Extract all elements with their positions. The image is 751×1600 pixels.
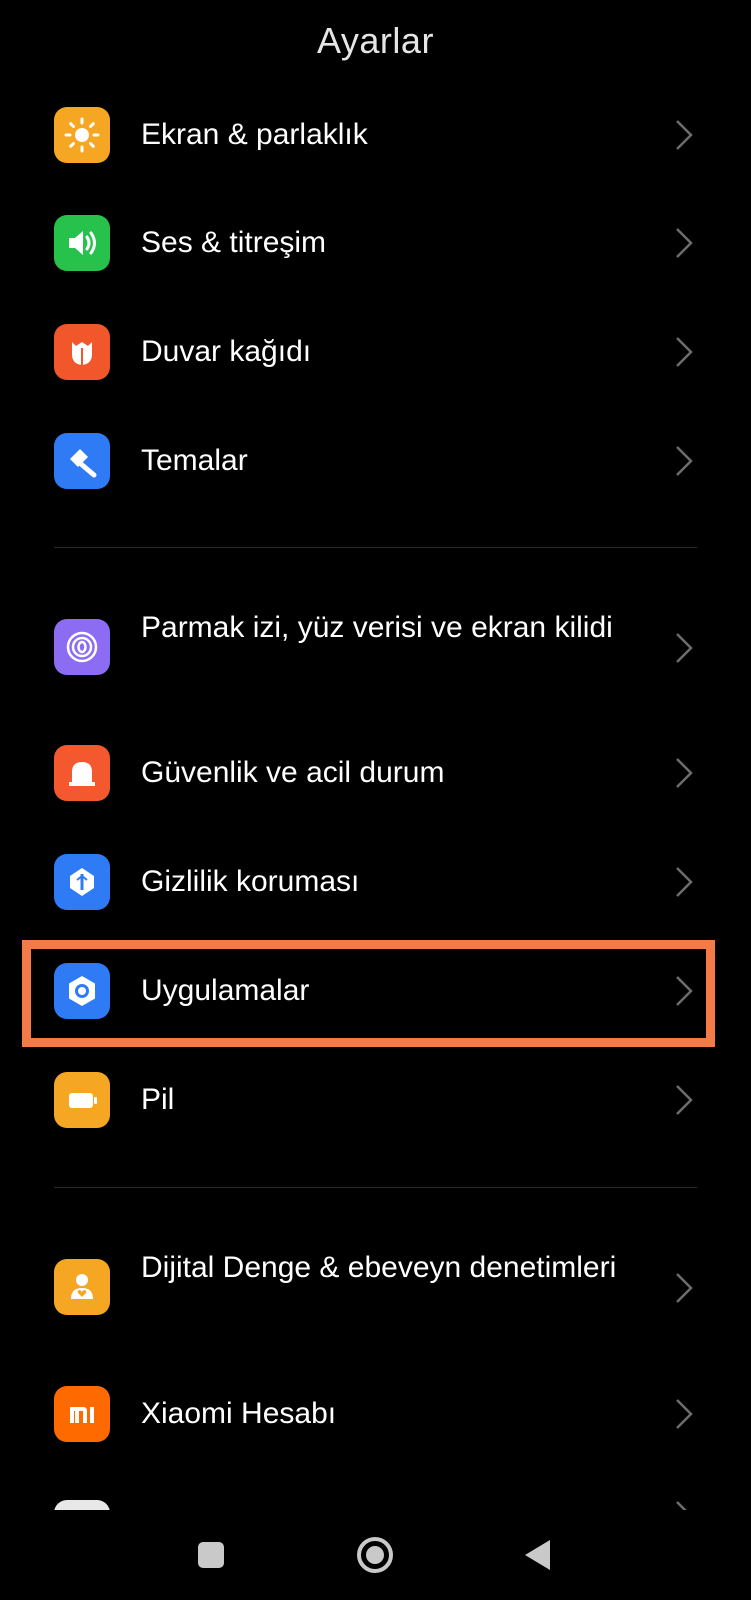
settings-item-label: Gizlilik koruması (141, 865, 360, 898)
digital-wellbeing-icon (54, 1259, 110, 1315)
back-icon[interactable] (515, 1532, 561, 1578)
settings-item-label: Uygulamalar (141, 974, 310, 1007)
battery-icon (54, 1072, 110, 1128)
section-divider (54, 547, 697, 548)
chevron-right-icon (676, 633, 693, 663)
chevron-right-icon (676, 976, 693, 1006)
settings-item-sound[interactable]: Ses & titreşim (0, 193, 751, 293)
partial-app-icon (54, 1500, 110, 1510)
chevron-right-icon (676, 1085, 693, 1115)
settings-item-label: Ses & titreşim (141, 226, 327, 259)
chevron-right-icon (676, 228, 693, 258)
settings-item-label: Temalar (141, 444, 248, 477)
apps-hexagon-icon (54, 963, 110, 1019)
settings-item-security-emergency[interactable]: Güvenlik ve acil durum (0, 723, 751, 823)
settings-item-apps[interactable]: Uygulamalar (0, 941, 751, 1041)
privacy-shield-icon (54, 854, 110, 910)
settings-item-label: Dijital Denge & ebeveyn denetimleri (141, 1251, 617, 1284)
settings-item-label: Parmak izi, yüz verisi ve ekran kilidi (141, 611, 613, 644)
navigation-bar (0, 1510, 751, 1600)
settings-item-partial[interactable] (0, 1478, 751, 1510)
settings-item-digital-wellbeing[interactable]: Dijital Denge & ebeveyn denetimleri (0, 1228, 751, 1348)
speaker-icon (54, 215, 110, 271)
chevron-right-icon (676, 1399, 693, 1429)
settings-item-themes[interactable]: Temalar (0, 411, 751, 511)
chevron-right-icon (676, 758, 693, 788)
emergency-light-icon (54, 745, 110, 801)
home-icon[interactable] (352, 1532, 398, 1578)
settings-item-wallpaper[interactable]: Duvar kağıdı (0, 302, 751, 402)
section-divider (54, 1187, 697, 1188)
settings-list: Ekran & parlaklık Ses & titreşim Duvar k… (0, 0, 751, 1510)
settings-item-display[interactable]: Ekran & parlaklık (0, 85, 751, 185)
settings-item-label: Xiaomi Hesabı (141, 1397, 337, 1430)
settings-item-fingerprint-lock[interactable]: Parmak izi, yüz verisi ve ekran kilidi (0, 600, 751, 720)
chevron-right-icon (676, 446, 693, 476)
settings-item-battery[interactable]: Pil (0, 1050, 751, 1150)
settings-item-xiaomi-account[interactable]: Xiaomi Hesabı (0, 1364, 751, 1464)
mi-logo-icon (54, 1386, 110, 1442)
chevron-right-icon (676, 1501, 687, 1510)
sun-icon (54, 107, 110, 163)
settings-item-label: Güvenlik ve acil durum (141, 756, 445, 789)
settings-item-label: Ekran & parlaklık (141, 118, 368, 151)
paint-brush-icon (54, 433, 110, 489)
fingerprint-icon (54, 619, 110, 675)
settings-item-privacy[interactable]: Gizlilik koruması (0, 832, 751, 932)
settings-item-label: Pil (141, 1083, 175, 1116)
tulip-icon (54, 324, 110, 380)
chevron-right-icon (676, 1273, 693, 1303)
chevron-right-icon (676, 337, 693, 367)
recents-icon[interactable] (188, 1532, 234, 1578)
settings-item-label: Duvar kağıdı (141, 335, 312, 368)
chevron-right-icon (676, 120, 693, 150)
chevron-right-icon (676, 867, 693, 897)
